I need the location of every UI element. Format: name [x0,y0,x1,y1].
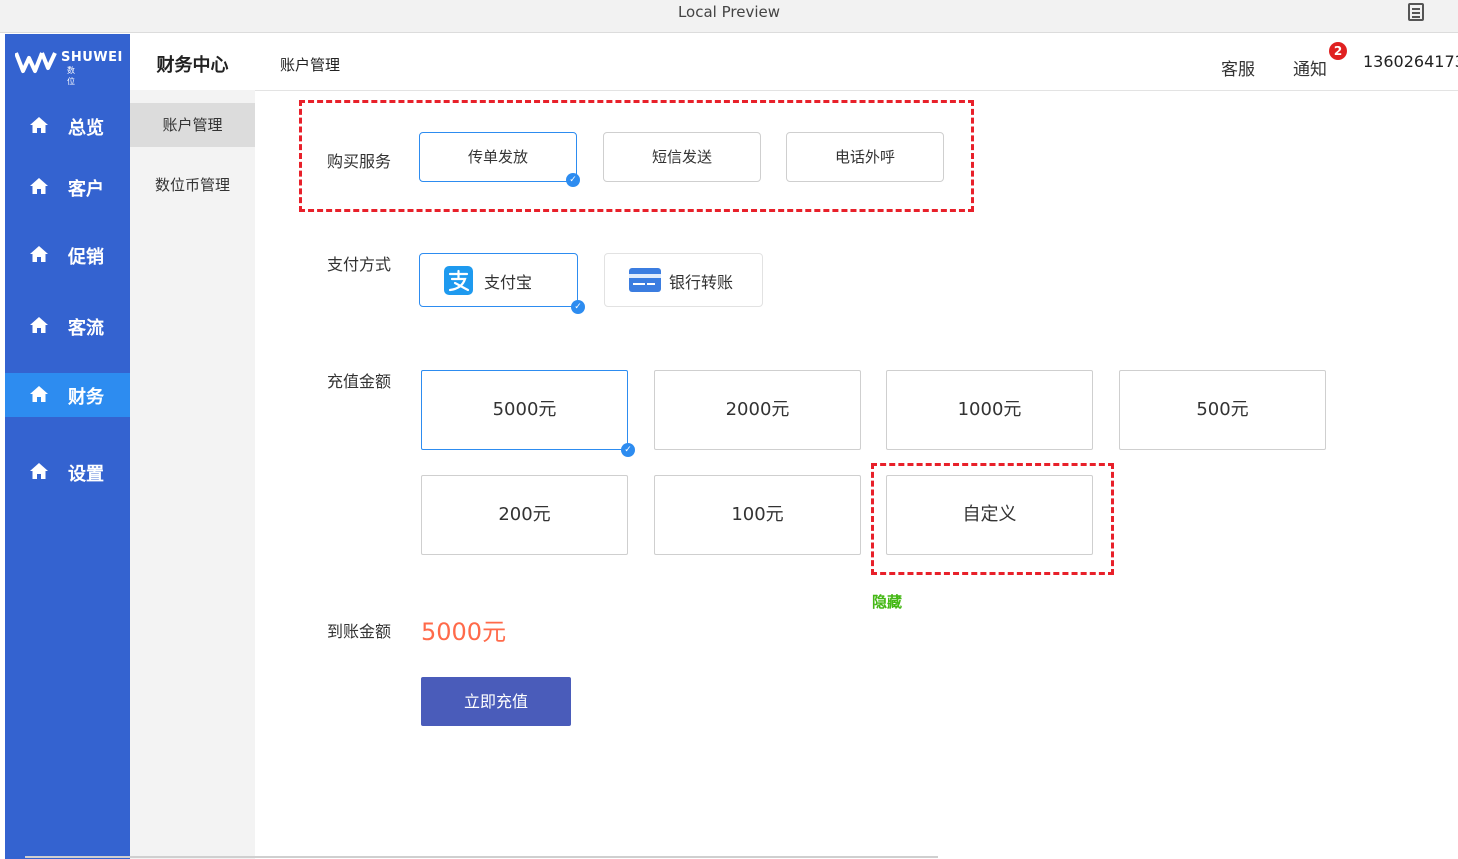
main-sidebar: SHUWEI 数位 总览 客户 促销 客流 财务 设置 [5,34,130,859]
home-icon [30,317,48,333]
nav-item-settings[interactable]: 设置 [5,450,130,494]
top-header: 账户管理 客服 通知 2 13602641734 [255,34,1458,91]
logo-text-en: SHUWEI [61,50,123,65]
amount-option-5000[interactable]: 5000元 [421,370,628,450]
home-icon [30,386,48,402]
breadcrumb: 账户管理 [280,56,341,74]
home-icon [30,246,48,262]
nav-item-overview[interactable]: 总览 [5,104,130,148]
arrival-label: 到账金额 [327,622,392,641]
amount-option-2000[interactable]: 2000元 [654,370,861,450]
notice-count-badge: 2 [1329,42,1347,60]
annotation-box-custom [871,463,1114,575]
nav-item-customers[interactable]: 客户 [5,165,130,209]
nav-label: 客流 [68,318,104,339]
check-icon: ✓ [621,443,635,457]
recharge-button[interactable]: 立即充值 [421,677,571,726]
bottom-scrollbar[interactable] [25,856,938,858]
payment-option-label: 银行转账 [669,273,734,292]
home-icon [30,117,48,133]
amount-option-200[interactable]: 200元 [421,475,628,555]
bank-card-icon [629,268,661,292]
alipay-icon [444,266,473,295]
service-option-call[interactable]: 电话外呼 [786,132,944,182]
subnav-item-coin[interactable]: 数位币管理 [130,163,255,207]
service-label: 购买服务 [327,152,392,171]
amount-option-100[interactable]: 100元 [654,475,861,555]
nav-item-traffic[interactable]: 客流 [5,304,130,348]
check-icon: ✓ [571,300,585,314]
amount-option-1000[interactable]: 1000元 [886,370,1093,450]
window-titlebar: Local Preview [0,0,1458,33]
nav-label: 客户 [68,179,104,200]
user-phone[interactable]: 13602641734 [1363,52,1458,71]
service-option-sms[interactable]: 短信发送 [603,132,761,182]
customer-service-link[interactable]: 客服 [1221,55,1255,80]
notice-link[interactable]: 通知 [1293,55,1327,80]
annotation-note: 隐藏 [872,593,903,611]
nav-item-promotion[interactable]: 促销 [5,233,130,277]
payment-option-bank[interactable]: 银行转账 [604,253,763,307]
document-menu-icon[interactable] [1408,3,1424,21]
amount-label: 充值金额 [327,372,392,391]
nav-label: 促销 [68,247,104,268]
home-icon [30,463,48,479]
home-icon [30,178,48,194]
nav-item-finance[interactable]: 财务 [5,373,130,417]
subnav-item-account[interactable]: 账户管理 [130,103,255,147]
nav-label: 总览 [68,118,104,139]
service-option-flyer[interactable]: 传单发放 [419,132,577,182]
payment-label: 支付方式 [327,255,392,274]
logo-text-cn: 数位 [67,66,97,86]
nav-label: 财务 [68,387,104,408]
sub-sidebar: 财务中心 账户管理 数位币管理 [130,34,255,859]
arrival-amount: 5000元 [421,618,507,646]
nav-label: 设置 [68,464,104,485]
payment-option-label: 支付宝 [484,273,533,292]
check-icon: ✓ [566,173,580,187]
logo-icon [15,52,57,73]
subnav-title: 财务中心 [130,34,255,90]
payment-option-alipay[interactable]: 支付宝 [419,253,578,307]
amount-option-500[interactable]: 500元 [1119,370,1326,450]
window-title: Local Preview [677,3,781,21]
